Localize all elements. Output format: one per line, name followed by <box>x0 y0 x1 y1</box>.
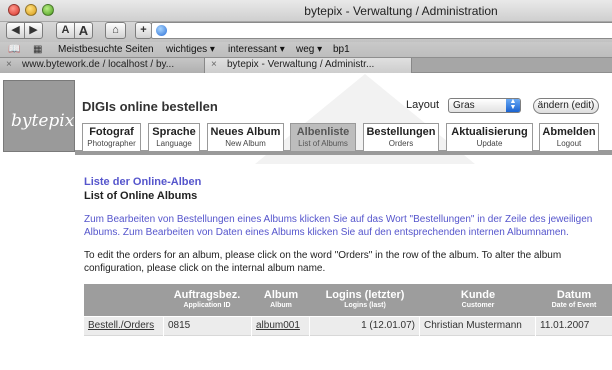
column-subtitle: Date of Event <box>551 302 597 309</box>
column-title: Datum <box>556 289 592 301</box>
tab-label: bytepix - Verwaltung / Administr... <box>227 59 375 70</box>
text-smaller-button[interactable]: A <box>56 22 75 39</box>
window-title-text: bytepix - Verwaltung / Administration <box>304 4 498 18</box>
nav-sublabel: List of Albums <box>298 139 348 148</box>
nav-photographer[interactable]: Fotograf Photographer <box>82 123 141 152</box>
grid-icon[interactable]: ▦ <box>33 44 42 55</box>
updown-arrow-icon: ▲ ▼ <box>506 98 520 112</box>
nav-orders[interactable]: Bestellungen Orders <box>363 123 439 152</box>
home-button[interactable]: ⌂ <box>105 22 126 39</box>
forward-button[interactable]: ▶ <box>24 22 43 39</box>
bookmark-most-visited[interactable]: Meistbesuchte Seiten <box>58 44 154 55</box>
nav-label: Aktualisierung <box>451 126 528 138</box>
text-larger-button[interactable]: A <box>74 22 93 39</box>
nav-sublabel: Photographer <box>87 139 136 148</box>
nav-label: Sprache <box>152 126 196 138</box>
column-subtitle: Album <box>270 302 292 309</box>
bookmarks-bar: 📖 ▦ Meistbesuchte Seiten wichtiges ▾ int… <box>0 42 612 57</box>
bytepix-logo: bytepix <box>3 80 75 152</box>
table-row: Bestell./Orders 0815 album001 1 (12.01.0… <box>84 317 612 336</box>
column-title: Album <box>263 289 299 301</box>
column-header-logins: Logins (letzter) Logins (last) <box>310 289 420 311</box>
section-title-de: Liste der Online-Alben <box>84 176 202 188</box>
bookmark-weg[interactable]: weg ▾ <box>296 44 322 55</box>
address-bar[interactable] <box>151 22 612 39</box>
window-titlebar: bytepix - Verwaltung / Administration <box>0 0 612 22</box>
add-bookmark-button[interactable]: + <box>135 22 152 39</box>
layout-select[interactable]: Gras ▲ ▼ <box>448 98 521 113</box>
nav-label: Albenliste <box>296 126 350 138</box>
column-subtitle: Customer <box>461 302 495 309</box>
nav-label: Fotograf <box>89 126 134 138</box>
nav-update[interactable]: Aktualisierung Update <box>446 123 533 152</box>
tab-bar: × www.bytework.de / localhost / by... × … <box>0 57 612 73</box>
orders-link[interactable]: Bestell./Orders <box>88 320 154 331</box>
nav-sublabel: Update <box>476 139 503 148</box>
nav-language[interactable]: Sprache Language <box>148 123 200 152</box>
layout-label: Layout <box>406 99 440 111</box>
column-header-customer: Kunde Customer <box>420 289 536 311</box>
column-title: Logins (letzter) <box>325 289 405 301</box>
application-id-cell: 0815 <box>164 317 252 336</box>
nav-logout[interactable]: Abmelden Logout <box>539 123 599 152</box>
album-name-link[interactable]: album001 <box>256 320 300 331</box>
column-header-date: Datum Date of Event <box>536 289 612 311</box>
bookmark-interessant[interactable]: interessant ▾ <box>228 44 285 55</box>
albums-table-header: Auftragsbez. Application ID Album Album … <box>84 284 612 316</box>
nav-new-album[interactable]: Neues Album New Album <box>207 123 284 152</box>
section-title-en: List of Online Albums <box>84 190 198 202</box>
logo-text: bytepix <box>11 111 75 131</box>
bookmark-bp1[interactable]: bp1 <box>333 44 350 55</box>
nav-label: Neues Album <box>210 126 281 138</box>
column-title: Kunde <box>460 289 496 301</box>
column-header-album: Album Album <box>252 289 310 311</box>
column-header-application-id: Auftragsbez. Application ID <box>164 289 250 311</box>
orders-link-cell: Bestell./Orders <box>84 317 164 336</box>
album-cell: album001 <box>252 317 310 336</box>
browser-toolbar: ◀ ▶ A A ⌂ + <box>0 22 612 42</box>
nav-list-of-albums[interactable]: Albenliste List of Albums <box>290 123 356 152</box>
nav-sublabel: Logout <box>556 139 582 148</box>
date-cell: 11.01.2007 <box>540 320 590 331</box>
description-de: Zum Bearbeiten von Bestellungen eines Al… <box>84 214 593 238</box>
bookmark-wichtiges[interactable]: wichtiges ▾ <box>166 44 215 55</box>
layout-select-value: Gras <box>453 100 475 111</box>
back-button[interactable]: ◀ <box>6 22 25 39</box>
description-en: To edit the orders for an album, please … <box>84 250 562 274</box>
window-title: bytepix - Verwaltung / Administration <box>0 4 612 18</box>
tab-label: www.bytework.de / localhost / by... <box>22 59 175 70</box>
edit-layout-button[interactable]: ändern (edit) <box>533 98 599 114</box>
page-heading: DIGIs online bestellen <box>82 99 218 114</box>
close-tab-icon[interactable]: × <box>211 58 217 72</box>
column-subtitle: Logins (last) <box>344 302 386 309</box>
nav-sublabel: Orders <box>388 139 414 148</box>
nav-sublabel: Language <box>156 139 192 148</box>
web-page: bytepix DIGIs online bestellen Layout Gr… <box>0 74 612 370</box>
tab-bytework[interactable]: × www.bytework.de / localhost / by... <box>0 58 205 73</box>
globe-icon <box>156 25 167 36</box>
close-tab-icon[interactable]: × <box>6 58 12 72</box>
nav-label: Bestellungen <box>366 126 436 138</box>
nav-sublabel: New Album <box>225 139 266 148</box>
tab-bytepix[interactable]: × bytepix - Verwaltung / Administr... <box>205 58 412 73</box>
column-title: Auftragsbez. <box>173 289 241 301</box>
logins-cell: 1 (12.01.07) <box>310 317 420 336</box>
nav-label: Abmelden <box>542 126 596 138</box>
column-subtitle: Application ID <box>183 302 231 309</box>
open-book-icon[interactable]: 📖 <box>8 44 20 55</box>
customer-cell: Christian Mustermann <box>420 317 536 336</box>
